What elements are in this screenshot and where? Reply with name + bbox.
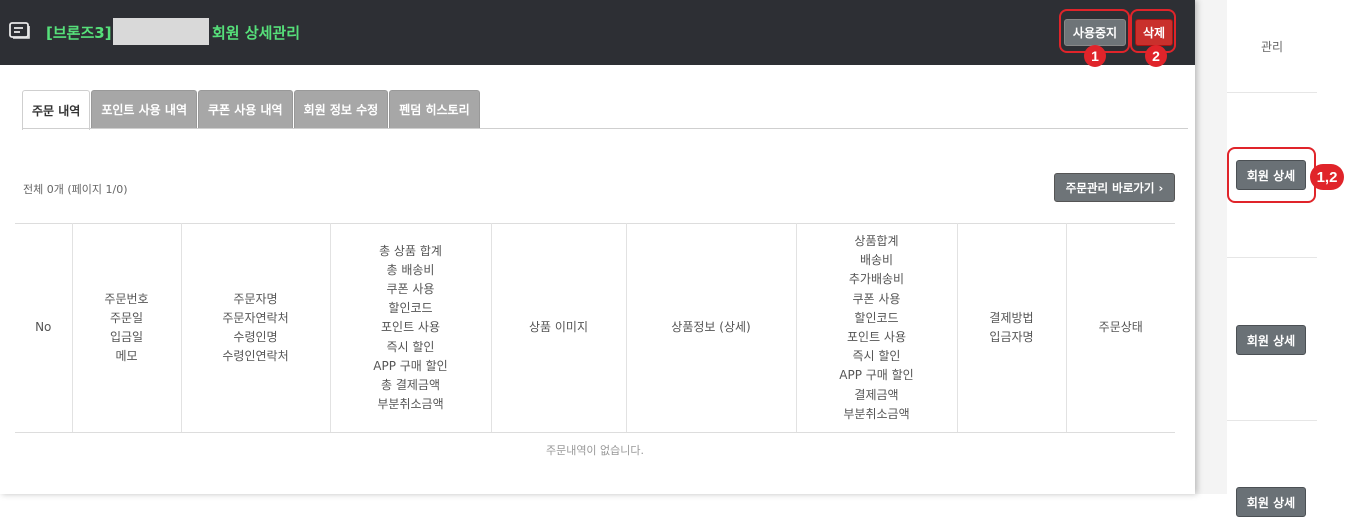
column-header-line: 추가배송비 (848, 272, 905, 287)
row-divider (1227, 420, 1317, 421)
table-header-row: No 주문번호주문일입금일메모 주문자명주문자연락처수령인명수령인연락처 총 상… (15, 223, 1175, 433)
redacted-member-name (113, 18, 209, 45)
column-header-line: 주문자명 (233, 291, 278, 306)
column-header-line: 수령인연락처 (222, 349, 289, 364)
column-header-line: 수령인명 (233, 330, 278, 344)
col-no: No (15, 223, 73, 433)
column-header-line: 상품정보 (상세) (671, 320, 751, 335)
annotation-badge: 2 (1145, 45, 1167, 67)
tab-coupon-history[interactable]: 쿠폰 사용 내역 (197, 90, 293, 128)
column-header-line: 주문번호 (104, 291, 149, 306)
tab-order-history[interactable]: 주문 내역 (22, 90, 91, 130)
column-header-line: 입금자명 (989, 330, 1034, 344)
modal-title: 회원 상세관리 (212, 24, 301, 42)
col-item-amounts: 상품합계배송비추가배송비쿠폰 사용할인코드포인트 사용즉시 할인 APP 구매 할… (796, 223, 958, 433)
col-product-detail: 상품정보 (상세) (626, 223, 797, 433)
column-header-line: 부분취소금액 (377, 397, 444, 412)
column-header-line: 즉시 할인 (852, 349, 901, 364)
tab-point-history[interactable]: 포인트 사용 내역 (91, 90, 197, 128)
tab-fandom-history[interactable]: 펜덤 히스토리 (389, 90, 480, 128)
col-order-info: 주문번호주문일입금일메모 (72, 223, 182, 433)
member-detail-button[interactable]: 회원 상세 (1236, 325, 1306, 355)
column-header-line: 포인트 사용 (380, 320, 440, 335)
tab-bar: 주문 내역 포인트 사용 내역 쿠폰 사용 내역 회원 정보 수정 펜덤 히스토… (22, 90, 481, 130)
column-header-line: 즉시 할인 (386, 339, 435, 354)
member-detail-button[interactable]: 회원 상세 (1236, 487, 1306, 517)
member-grade-label: [브론즈3] (46, 24, 112, 42)
col-product-image: 상품 이미지 (491, 223, 627, 433)
goto-order-management-button[interactable]: 주문관리 바로가기 › (1054, 173, 1175, 202)
annotation-badge: 1,2 (1310, 164, 1344, 190)
background-list-edge (1195, 0, 1227, 494)
column-header-line: 입금일 (109, 330, 144, 344)
column-header-line: 배송비 (859, 253, 894, 268)
column-header-line: 부분취소금액 (843, 406, 910, 421)
column-header-line: 쿠폰 사용 (852, 291, 901, 306)
column-header-line: 할인코드 (854, 310, 899, 325)
col-order-totals: 총 상품 합계총 배송비쿠폰 사용할인코드포인트 사용즉시 할인 APP 구매 할… (330, 223, 492, 433)
column-header-line: No (35, 320, 52, 335)
col-customer-info: 주문자명주문자연락처수령인명수령인연락처 (181, 223, 331, 433)
col-order-status: 주문상태 (1066, 223, 1175, 433)
column-header-line: 결제금액 (854, 387, 899, 402)
column-header-line: 총 결제금액 (380, 378, 440, 392)
column-header-line: 주문일 (109, 310, 144, 325)
tab-divider (22, 128, 1188, 129)
column-header-line: 포인트 사용 (846, 330, 906, 344)
column-header-line: 총 상품 합계 (379, 243, 442, 258)
column-header-line: 상품합계 (854, 233, 899, 248)
column-header-line: 상품 이미지 (528, 320, 588, 335)
column-header-line: 결제방법 (989, 310, 1034, 325)
column-header-line: 총 배송비 (386, 262, 435, 277)
member-detail-modal: [브론즈3] 회원 상세관리 사용중지 삭제 1 2 주문 내역 포인트 사용 … (0, 0, 1195, 494)
column-header-line: APP 구매 할인 (839, 368, 914, 383)
column-header-line: 쿠폰 사용 (386, 281, 435, 296)
window-icon (9, 22, 30, 39)
column-header-line: 할인코드 (388, 301, 433, 316)
column-header-line: APP 구매 할인 (373, 358, 448, 373)
annotation-badge: 1 (1084, 45, 1106, 67)
row-divider (1227, 257, 1317, 258)
column-header-line: 주문자연락처 (222, 310, 289, 325)
order-table: No 주문번호주문일입금일메모 주문자명주문자연락처수령인명수령인연락처 총 상… (15, 223, 1175, 433)
column-header-line: 메모 (115, 349, 138, 364)
manage-column-header: 관리 (1227, 0, 1317, 93)
column-header-line: 주문상태 (1098, 320, 1143, 335)
annotation-ring (1227, 147, 1316, 203)
result-summary: 전체 0개 (페이지 1/0) (23, 183, 128, 196)
col-payment: 결제방법입금자명 (957, 223, 1067, 433)
tab-edit-member-info[interactable]: 회원 정보 수정 (293, 90, 389, 128)
modal-header: [브론즈3] 회원 상세관리 사용중지 삭제 (0, 0, 1195, 65)
empty-message: 주문내역이 없습니다. (545, 444, 645, 457)
